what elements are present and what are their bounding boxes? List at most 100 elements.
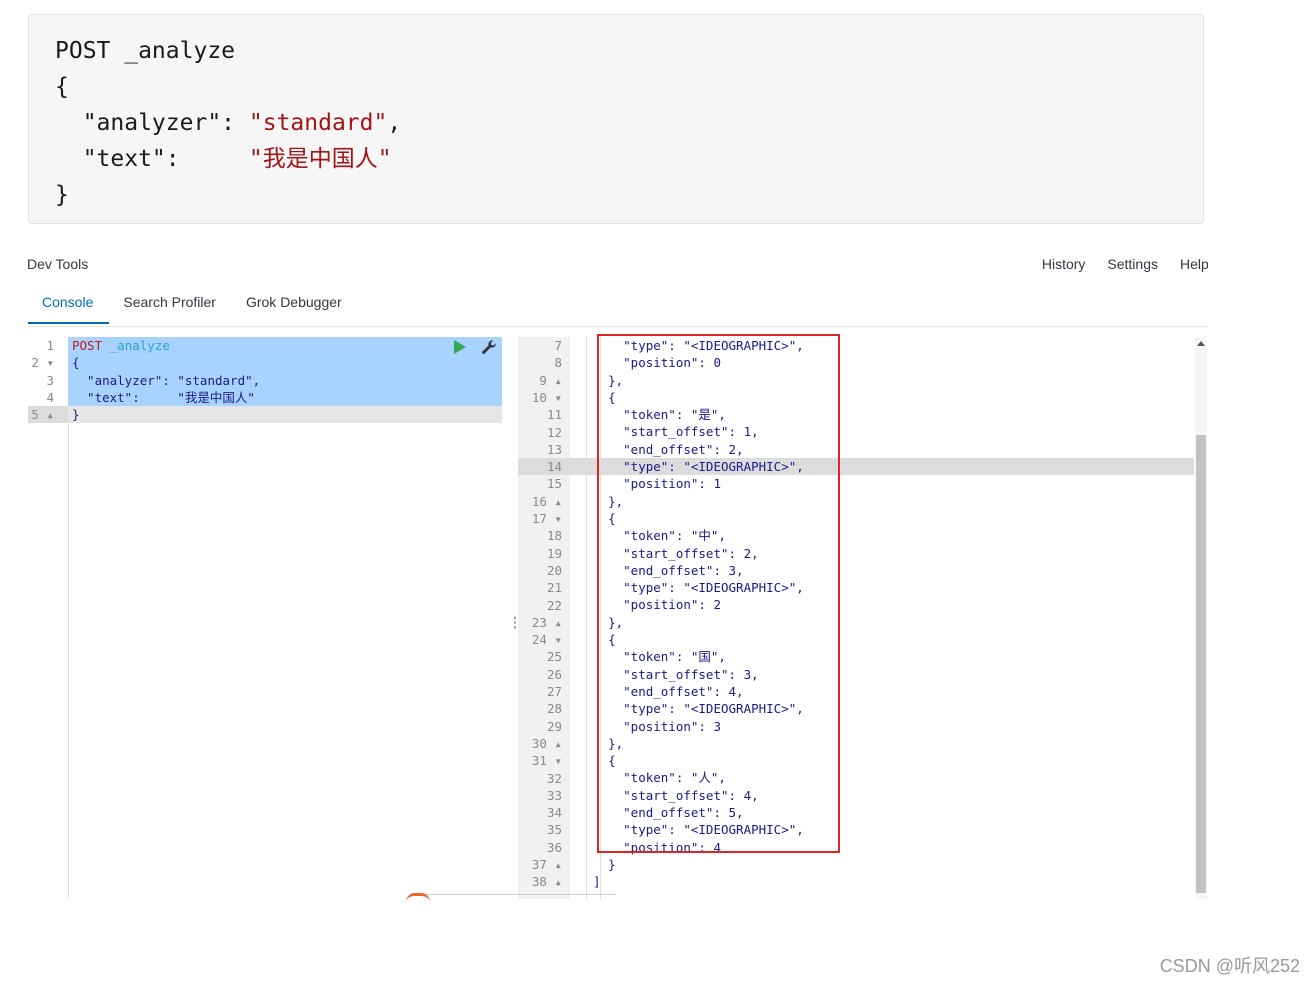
code-line: "type": "<IDEOGRAPHIC>", — [578, 701, 804, 717]
code-line: "token": "人", — [578, 770, 726, 786]
tab-search-profiler[interactable]: Search Profiler — [109, 292, 232, 324]
code-token: "text": "我是中国人" — [72, 389, 255, 405]
snippet-token: , — [387, 110, 402, 136]
code-line: "start_offset": 1, — [578, 424, 759, 440]
code-line: "type": "<IDEOGRAPHIC>", — [578, 338, 804, 353]
code-token: "analyzer": "standard", — [72, 372, 261, 388]
line-number: 5 ▴ — [31, 407, 54, 423]
line-number: 21 — [546, 580, 562, 596]
code-line: } — [578, 856, 616, 872]
snippet-token: { — [55, 74, 69, 100]
play-icon[interactable] — [454, 340, 466, 354]
snippet-token: POST _analyze — [55, 38, 236, 64]
line-number: 1 — [46, 338, 54, 353]
snippet-line: } — [55, 177, 401, 213]
line-number: 11 — [546, 407, 562, 423]
code-line: "start_offset": 3, — [578, 666, 759, 682]
code-line: "analyzer": "standard", — [72, 372, 260, 389]
code-line: }, — [578, 735, 624, 751]
line-number: 19 — [546, 545, 562, 561]
snippet-token: "analyzer": — [55, 110, 249, 136]
code-line: }, — [578, 372, 624, 388]
code-line: { — [72, 354, 260, 371]
code-snippet: POST _analyze { "analyzer": "standard", "… — [28, 14, 1204, 224]
line-number: 9 ▴ — [539, 372, 562, 388]
tab-grok-debugger[interactable]: Grok Debugger — [232, 292, 358, 324]
code-line: "token": "是", — [578, 407, 726, 423]
settings-link[interactable]: Settings — [1107, 256, 1158, 272]
code-token: } — [72, 407, 80, 423]
line-number: 28 — [546, 701, 562, 717]
line-number: 36 — [546, 839, 562, 855]
code-line: "type": "<IDEOGRAPHIC>", — [578, 580, 804, 596]
request-code[interactable]: POST _analyze { "analyzer": "standard", "… — [72, 337, 260, 423]
snippet-line: { — [55, 69, 401, 105]
snippet-line: POST _analyze — [55, 33, 401, 69]
snippet-line: "analyzer": "standard", — [55, 105, 402, 141]
code-line: "position": 2 — [578, 597, 721, 613]
line-number: 12 — [546, 424, 562, 440]
code-line: { — [578, 389, 616, 405]
code-token: POST — [72, 338, 103, 353]
line-number: 10 ▾ — [531, 389, 562, 405]
line-number: 3 — [46, 372, 54, 388]
snippet-token: "standard" — [248, 110, 388, 136]
snippet-token: "我是中国人" — [248, 146, 392, 172]
help-link[interactable]: Help — [1180, 256, 1208, 272]
code-line: "text": "我是中国人" — [72, 389, 260, 406]
code-line: "start_offset": 4, — [578, 787, 759, 803]
line-number: 25 — [546, 649, 562, 665]
request-editor[interactable]: 1 2 ▾ 3 4 5 ▴ POST _analyze { "analyzer": "st… — [28, 337, 502, 899]
line-number: 7 — [554, 338, 562, 353]
code-line: "token": "中", — [578, 528, 726, 544]
line-number: 24 ▾ — [531, 632, 562, 648]
line-number: 8 — [554, 355, 562, 371]
snippet-token: } — [55, 182, 69, 208]
line-number: 37 ▴ — [531, 857, 562, 872]
response-editor[interactable]: 7 89 ▴ 10 ▾ 11 12 13 14 15 16 ▴ 17 ▾ 18 19 20 21 22 23 … — [518, 337, 1208, 899]
line-number: 17 ▾ — [531, 511, 562, 526]
response-scrollbar[interactable] — [1195, 337, 1207, 899]
code-line: "end_offset": 2, — [578, 441, 744, 457]
code-token: _analyze — [109, 338, 170, 353]
snippet-token: "text": — [55, 146, 249, 172]
code-line: { — [578, 510, 616, 526]
tab-console[interactable]: Console — [28, 292, 110, 324]
code-line: "end_offset": 5, — [578, 805, 744, 821]
line-number: 29 — [546, 718, 562, 734]
code-line: "end_offset": 4, — [578, 683, 744, 699]
code-line: { — [578, 753, 616, 769]
line-number: 18 — [546, 528, 562, 544]
code-line: "position": 0 — [578, 355, 721, 371]
code-line: "position": 4 — [578, 839, 721, 855]
line-number: 2 ▾ — [31, 355, 54, 371]
tab-bar: Console Search Profiler Grok Debugger — [28, 292, 376, 327]
line-number: 38 ▴ — [531, 874, 562, 890]
line-number: 32 — [546, 770, 562, 786]
line-number: 14 — [546, 459, 562, 475]
watermark: CSDN @听风252 — [1159, 956, 1300, 976]
line-number: 22 — [546, 597, 562, 613]
line-number: 31 ▾ — [531, 753, 562, 769]
code-line: }, — [578, 493, 624, 509]
history-link[interactable]: History — [1042, 256, 1086, 272]
code-line: "type": "<IDEOGRAPHIC>", — [578, 459, 804, 475]
code-line: ] — [578, 874, 601, 890]
code-token: { — [72, 355, 80, 371]
scroll-thumb[interactable] — [1196, 435, 1206, 893]
line-number: 16 ▴ — [531, 493, 562, 509]
line-number: 26 — [546, 666, 562, 682]
line-number: 13 — [546, 441, 562, 457]
snippet-line: "text": "我是中国人" — [55, 141, 401, 177]
code-line: "type": "<IDEOGRAPHIC>", — [578, 822, 804, 838]
line-number: 15 — [546, 476, 562, 492]
line-number: 4 — [46, 389, 54, 405]
wrench-icon[interactable] — [480, 339, 498, 357]
line-number: 34 — [546, 805, 562, 821]
code-line: "position": 3 — [578, 718, 721, 734]
scroll-up-icon[interactable] — [1197, 341, 1205, 346]
response-code[interactable]: "type": "<IDEOGRAPHIC>", "position": 0 }… — [578, 337, 804, 891]
snippet-code: POST _analyze { "analyzer": "standard", "… — [55, 33, 401, 213]
code-line: "end_offset": 3, — [578, 562, 744, 578]
